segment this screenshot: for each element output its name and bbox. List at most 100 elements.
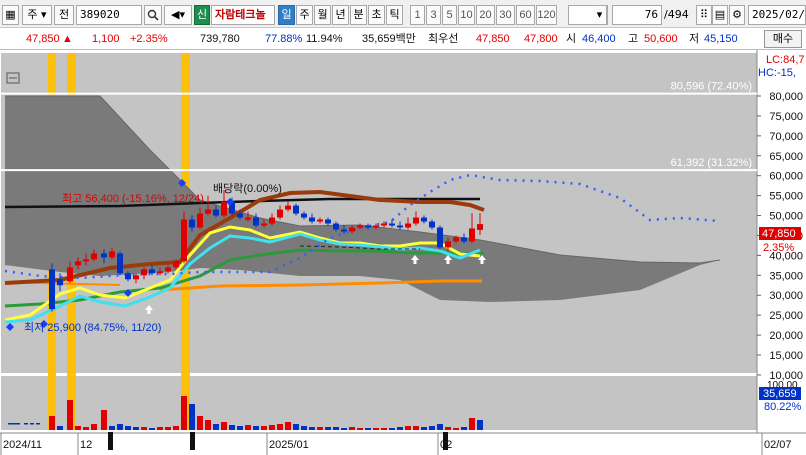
high-price: 50,600: [644, 33, 678, 45]
candle-body-53: [469, 228, 475, 242]
candle-body-33: [309, 217, 315, 222]
candle-body-14: [157, 271, 163, 274]
candle-body-44: [397, 225, 403, 228]
period-tab-5[interactable]: 분: [350, 5, 367, 25]
candle-body-19: [197, 213, 203, 228]
type-select[interactable]: 전: [54, 5, 74, 25]
speaker-prev-icon[interactable]: ◀▾: [164, 5, 192, 25]
grid-icon[interactable]: ⠿: [696, 5, 712, 25]
chart-area[interactable]: 80,596 (72.40%) 61,392 (31.32%) 80,000 75,…: [0, 50, 806, 455]
chevron-down-icon[interactable]: ▾: [593, 5, 607, 25]
volume-bar-36: [333, 427, 339, 430]
volume-bar-44: [397, 427, 403, 430]
interval-button-1[interactable]: 1: [410, 5, 425, 25]
volume-bar-28: [269, 425, 275, 430]
period-tab-7[interactable]: 틱: [386, 5, 403, 25]
market-select[interactable]: 주 ▾: [22, 5, 52, 25]
period-tab-2[interactable]: 주: [296, 5, 313, 25]
code-label-badge: 신: [194, 5, 210, 25]
buy-button[interactable]: 매수: [764, 30, 802, 48]
candle-body-8: [109, 251, 115, 258]
level-label-2: 61,392 (31.32%): [671, 157, 752, 169]
stock-code-input[interactable]: 389020: [76, 5, 142, 25]
volume-bar-43: [389, 428, 395, 430]
save-icon[interactable]: ▤: [712, 5, 728, 25]
candle-body-4: [75, 261, 81, 266]
candle-body-50: [445, 241, 451, 248]
interval-button-20[interactable]: 20: [476, 5, 495, 25]
volume-bar-51: [453, 428, 459, 430]
interval-button-60[interactable]: 60: [516, 5, 535, 25]
x-axis-label: 02: [440, 439, 452, 451]
interval-button-10[interactable]: 10: [458, 5, 475, 25]
volume-pct-box: 80.22%: [764, 401, 802, 413]
candle-body-6: [91, 253, 97, 260]
volume-bar-tiny-5: [16, 423, 20, 425]
volume-bar-6: [91, 424, 97, 430]
volume-bar-47: [421, 427, 427, 430]
volume-bar-17: [181, 396, 187, 430]
volume-bar-39: [357, 428, 363, 430]
volume-bar-5: [83, 427, 89, 430]
volume-bar-12: [141, 427, 147, 430]
candle-body-47: [421, 217, 427, 222]
volume-bar-54: [477, 420, 483, 430]
volume-bar-16: [173, 426, 179, 430]
y-axis-label: 80,000: [769, 91, 803, 103]
y-axis-label: 65,000: [769, 151, 803, 163]
volume-bar-27: [261, 426, 267, 430]
candle-body-3: [67, 267, 73, 282]
volume-value-box-text: 35,659: [763, 388, 797, 400]
toolbar: ▦ 주 ▾ 전 389020 ◀▾ 신 자람테크놀 ▾ 76 /494 ⠿ ▤ …: [0, 0, 806, 28]
volume-bar-tiny-7: [30, 423, 34, 425]
volume-bar-7: [101, 410, 107, 430]
volume-bar-42: [381, 428, 387, 430]
candle-body-32: [301, 213, 307, 218]
stock-name[interactable]: 자람테크놀: [211, 5, 275, 25]
volume-bar-32: [301, 426, 307, 430]
period-tab-3[interactable]: 월: [314, 5, 331, 25]
y-axis-label: 55,000: [769, 191, 803, 203]
y-axis-label: 25,000: [769, 310, 803, 322]
settings-gear-icon[interactable]: ⚙: [729, 5, 745, 25]
candle-body-42: [381, 223, 387, 226]
period-tab-1[interactable]: 일: [278, 5, 295, 25]
dividend-annotation: 배당락(0.00%): [213, 182, 282, 195]
hc-label: HC:-15,: [758, 67, 796, 79]
candle-body-20: [205, 209, 211, 214]
period-tab-4[interactable]: 년: [332, 5, 349, 25]
window-menu-icon[interactable]: ▦: [2, 5, 19, 25]
volume-bar-14: [157, 427, 163, 430]
interval-button-30[interactable]: 30: [496, 5, 515, 25]
period-tab-6[interactable]: 초: [368, 5, 385, 25]
volume-bar-tiny-6: [24, 423, 28, 425]
candle-body-43: [389, 223, 395, 226]
candle-body-15: [165, 267, 171, 272]
price-chart[interactable]: 80,596 (72.40%) 61,392 (31.32%) 80,000 75,…: [0, 50, 806, 455]
date-input[interactable]: 2025/02/: [748, 5, 806, 25]
volume-bar-2: [57, 426, 63, 430]
page-counter-input[interactable]: 76: [612, 5, 662, 25]
volume-bar-29: [277, 424, 283, 430]
volume-bar-3: [67, 400, 73, 430]
interval-button-3[interactable]: 3: [426, 5, 441, 25]
trade-amount: 35,659백만: [362, 33, 416, 45]
interval-button-5[interactable]: 5: [442, 5, 457, 25]
volume-bar-tiny-8: [36, 423, 40, 425]
candle-body-45: [405, 223, 411, 228]
volume-bar-40: [365, 428, 371, 430]
candle-body-28: [269, 217, 275, 224]
interval-button-120[interactable]: 120: [536, 5, 557, 25]
market-label: 주: [27, 8, 38, 21]
candle-body-48: [429, 221, 435, 228]
volume-bar-4: [75, 426, 81, 430]
candle-body-24: [237, 213, 243, 218]
candle-body-18: [189, 219, 195, 228]
current-price: 47,850: [26, 33, 60, 45]
candle-body-49: [437, 227, 443, 248]
volume-bar-26: [253, 426, 259, 430]
x-axis-panel: [1, 433, 757, 455]
search-icon[interactable]: [144, 5, 162, 25]
candle-body-31: [293, 205, 299, 214]
volume-bar-31: [293, 424, 299, 430]
